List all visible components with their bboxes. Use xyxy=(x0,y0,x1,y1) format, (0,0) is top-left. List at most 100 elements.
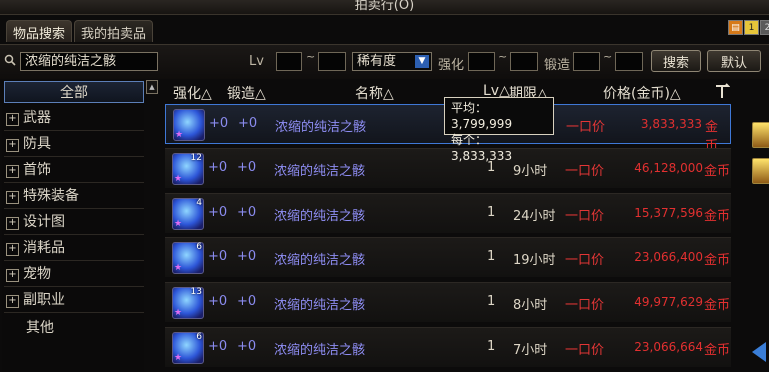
expand-icon[interactable]: + xyxy=(6,295,19,308)
forge-min-input[interactable] xyxy=(573,52,600,71)
table-row[interactable]: ★ 13 +0 +0 浓缩的纯洁之骸 1 8小时 一口价 49,977,629 … xyxy=(165,282,731,322)
col-name[interactable]: 名称△ xyxy=(355,83,394,103)
category-label: 全部 xyxy=(60,85,88,101)
category-pet[interactable]: + 宠物 xyxy=(4,263,144,285)
category-all[interactable]: 全部 xyxy=(4,81,144,103)
category-divider xyxy=(4,130,144,131)
cell-currency: 金币 xyxy=(704,298,731,313)
category-blueprint[interactable]: + 设计图 xyxy=(4,211,144,233)
lv-min-input[interactable] xyxy=(276,52,302,71)
cell-buy-type: 一口价 xyxy=(566,120,606,135)
cell-period: 19小时 xyxy=(513,253,556,268)
expand-icon[interactable]: + xyxy=(6,139,19,152)
category-armor[interactable]: + 防具 xyxy=(4,133,144,155)
window-option-icon[interactable]: 1 xyxy=(744,20,759,35)
cell-price: 23,066,664 xyxy=(634,340,703,354)
cell-name: 浓缩的纯洁之骸 xyxy=(274,343,366,358)
cell-name: 浓缩的纯洁之骸 xyxy=(275,120,367,135)
cell-period: 8小时 xyxy=(513,298,548,313)
item-crystal-icon: ★ 6 xyxy=(172,242,204,274)
category-other[interactable]: 其他 xyxy=(4,317,144,339)
forge-label: 锻造 xyxy=(544,58,571,73)
item-count: 13 xyxy=(190,287,202,297)
category-label: 副职业 xyxy=(23,292,65,308)
category-divider xyxy=(4,286,144,287)
side-item-icon[interactable] xyxy=(752,158,769,184)
category-weapon[interactable]: + 武器 xyxy=(4,107,144,129)
cell-price: 49,977,629 xyxy=(634,295,703,309)
cell-buy-type: 一口价 xyxy=(565,253,605,268)
pin-icon[interactable] xyxy=(714,82,730,100)
cell-lv: 1 xyxy=(487,294,496,309)
category-divider xyxy=(4,312,144,313)
expand-icon[interactable]: + xyxy=(6,165,19,178)
expand-icon[interactable]: + xyxy=(6,191,19,204)
cell-currency: 金币 xyxy=(704,253,731,268)
tab-item-search[interactable]: 物品搜索 xyxy=(6,20,73,42)
cell-forge: +0 xyxy=(237,249,257,264)
table-row[interactable]: ★ 6 +0 +0 浓缩的纯洁之骸 1 19小时 一口价 23,066,400 … xyxy=(165,237,731,277)
tab-my-auctions[interactable]: 我的拍卖品 xyxy=(74,20,154,42)
category-accessory[interactable]: + 首饰 xyxy=(4,159,144,181)
cell-currency: 金币 xyxy=(704,343,731,358)
item-count: 4 xyxy=(196,198,202,208)
enhance-min-input[interactable] xyxy=(468,52,495,71)
col-forge[interactable]: 锻造△ xyxy=(227,83,266,103)
window-toggle-icon[interactable]: ▤ xyxy=(728,20,743,35)
category-divider xyxy=(4,208,144,209)
search-button[interactable]: 搜索 xyxy=(651,50,701,72)
col-price[interactable]: 价格(金币)△ xyxy=(603,83,681,103)
chevron-down-icon[interactable]: ▼ xyxy=(415,55,429,68)
item-crystal-icon: ★ 12 xyxy=(172,153,204,185)
arrow-left-icon[interactable] xyxy=(752,342,766,362)
category-label: 武器 xyxy=(23,110,51,126)
category-label: 特殊装备 xyxy=(23,188,79,204)
scroll-up-icon[interactable]: ▲ xyxy=(146,80,158,94)
default-button[interactable]: 默认 xyxy=(707,50,761,72)
star-icon: ★ xyxy=(174,219,183,229)
rarity-select[interactable]: 稀有度 ▼ xyxy=(352,52,432,71)
lv-range-tilde: ~ xyxy=(306,50,316,63)
window-extra-icon[interactable]: 2 xyxy=(760,20,769,35)
expand-icon[interactable]: + xyxy=(6,243,19,256)
lv-max-input[interactable] xyxy=(318,52,346,71)
expand-icon[interactable]: + xyxy=(6,113,19,126)
cell-name: 浓缩的纯洁之骸 xyxy=(274,164,366,179)
cell-price: 23,066,400 xyxy=(634,250,703,264)
rarity-select-value: 稀有度 xyxy=(357,54,397,69)
cell-enhance: +0 xyxy=(208,160,228,175)
cell-price: 15,377,596 xyxy=(634,206,703,220)
table-row[interactable]: ★ 6 +0 +0 浓缩的纯洁之骸 1 7小时 一口价 23,066,664 金… xyxy=(165,327,731,367)
item-count: 12 xyxy=(190,153,202,163)
cell-buy-type: 一口价 xyxy=(565,298,605,313)
enhance-max-input[interactable] xyxy=(510,52,538,71)
category-label: 消耗品 xyxy=(23,240,65,256)
item-crystal-icon: ★ xyxy=(173,109,205,141)
star-icon: ★ xyxy=(174,174,183,184)
item-crystal-icon: ★ 6 xyxy=(172,332,204,364)
item-name-input[interactable]: 浓缩的纯洁之骸 xyxy=(20,52,158,71)
tooltip-average: 平均：3,799,999 xyxy=(451,101,513,131)
star-icon: ★ xyxy=(175,130,184,140)
cell-enhance: +0 xyxy=(208,205,228,220)
category-label: 防具 xyxy=(23,136,51,152)
table-row[interactable]: ★ 12 +0 +0 浓缩的纯洁之骸 1 9小时 一口价 46,128,000 … xyxy=(165,148,731,188)
cell-period: 7小时 xyxy=(513,343,548,358)
star-icon: ★ xyxy=(174,353,183,363)
forge-max-input[interactable] xyxy=(615,52,643,71)
lv-label: Lv xyxy=(249,54,264,69)
cell-buy-type: 一口价 xyxy=(565,209,605,224)
table-row[interactable]: ★ 4 +0 +0 浓缩的纯洁之骸 1 24小时 一口价 15,377,596 … xyxy=(165,193,731,233)
category-sub-job[interactable]: + 副职业 xyxy=(4,289,144,311)
star-icon: ★ xyxy=(174,308,183,318)
category-consumable[interactable]: + 消耗品 xyxy=(4,237,144,259)
category-divider xyxy=(4,260,144,261)
category-label: 设计图 xyxy=(23,214,65,230)
expand-icon[interactable]: + xyxy=(6,217,19,230)
expand-icon[interactable]: + xyxy=(6,269,19,282)
category-special-equip[interactable]: + 特殊装备 xyxy=(4,185,144,207)
col-enhance[interactable]: 强化△ xyxy=(173,83,212,103)
cell-forge: +0 xyxy=(237,205,257,220)
side-item-icon[interactable] xyxy=(752,122,769,148)
tooltip-each: 每个：3,833,333 xyxy=(451,133,513,163)
